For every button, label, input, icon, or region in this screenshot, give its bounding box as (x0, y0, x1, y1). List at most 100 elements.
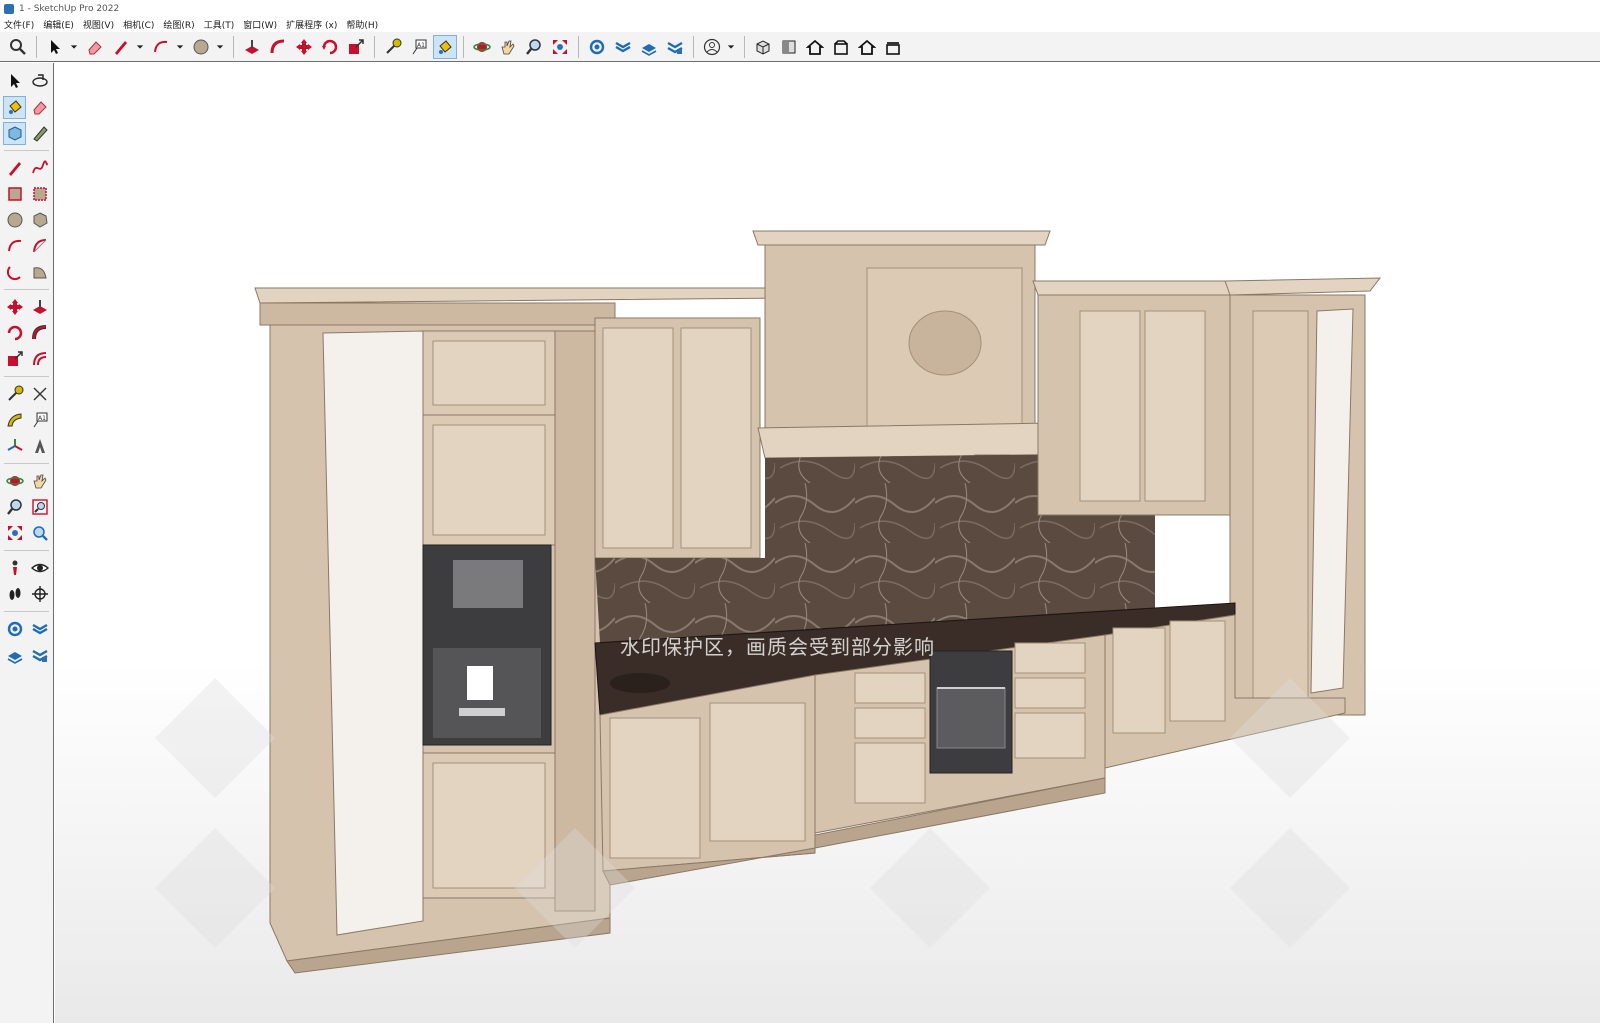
look-around-icon[interactable] (28, 557, 51, 580)
paint-bucket-icon[interactable] (3, 95, 26, 119)
follow-me-icon[interactable] (28, 322, 51, 345)
toolbar-separator (4, 146, 49, 151)
toolbar-separator (744, 35, 745, 58)
menu-draw[interactable]: 绘图(R) (163, 18, 194, 31)
layout-icon[interactable] (3, 644, 26, 667)
select-icon[interactable] (3, 70, 26, 93)
zoom-icon[interactable] (3, 496, 26, 519)
text-icon[interactable]: A1 (407, 35, 431, 59)
chevron-down-icon[interactable] (69, 35, 79, 59)
move-icon[interactable] (292, 35, 316, 59)
toolbar-separator (578, 35, 579, 58)
upper-cabinet-right (1032, 280, 1236, 516)
rotated-rectangle-icon[interactable] (28, 183, 51, 206)
rotate-icon[interactable] (318, 35, 342, 59)
menu-tools[interactable]: 工具(T) (204, 18, 235, 31)
extension-warehouse-icon[interactable] (28, 618, 51, 641)
push-pull-icon[interactable] (240, 35, 264, 59)
svg-text:A1: A1 (417, 42, 425, 49)
pan-icon[interactable] (28, 470, 51, 493)
three-point-arc-icon[interactable] (3, 261, 26, 284)
two-point-arc-icon[interactable] (28, 235, 51, 258)
scale-icon[interactable] (3, 348, 26, 371)
menu-file[interactable]: 文件(F) (4, 18, 34, 31)
line-icon[interactable] (3, 157, 26, 180)
previous-view-icon[interactable] (28, 522, 51, 545)
position-camera-icon[interactable] (3, 557, 26, 580)
push-pull-icon[interactable] (28, 296, 51, 319)
eraser-icon[interactable] (28, 96, 51, 119)
toolbar-separator (4, 459, 49, 464)
model-viewport[interactable]: 水印保护区，画质会受到部分影响 (55, 63, 1600, 1023)
section-plane-icon[interactable] (28, 583, 51, 606)
chevron-down-icon[interactable] (726, 35, 736, 59)
pan-icon[interactable] (496, 35, 520, 59)
chevron-down-icon[interactable] (175, 35, 185, 59)
offset-icon[interactable] (28, 348, 51, 371)
account-icon[interactable] (700, 35, 724, 59)
3d-text-icon[interactable] (28, 435, 51, 458)
toolbar-separator (4, 285, 49, 290)
arc-icon[interactable] (149, 35, 173, 59)
back-view-icon[interactable] (855, 35, 879, 59)
menu-extensions[interactable]: 扩展程序 (x) (286, 18, 337, 31)
follow-me-icon[interactable] (266, 35, 290, 59)
zoom-window-icon[interactable] (28, 496, 51, 519)
rectangle-icon[interactable] (3, 183, 26, 206)
menu-edit[interactable]: 编辑(E) (43, 18, 74, 31)
iso-view-icon[interactable] (751, 35, 775, 59)
pencil-icon[interactable] (109, 35, 133, 59)
paint-bucket-icon[interactable] (433, 34, 457, 59)
orbit-icon[interactable] (3, 470, 26, 493)
tape-measure-icon[interactable] (3, 383, 26, 406)
component-icon[interactable] (3, 121, 26, 145)
zoom-extents-icon[interactable] (548, 35, 572, 59)
built-in-oven (929, 650, 1013, 774)
left-view-icon[interactable] (881, 35, 905, 59)
menu-camera[interactable]: 相机(C) (123, 18, 154, 31)
menu-window[interactable]: 窗口(W) (243, 18, 277, 31)
extension-warehouse-icon[interactable] (611, 35, 635, 59)
main-toolbar: A1 (0, 32, 1600, 62)
front-view-icon[interactable] (803, 35, 827, 59)
eraser-icon[interactable] (83, 35, 107, 59)
orbit-icon[interactable] (470, 35, 494, 59)
zoom-extents-icon[interactable] (3, 522, 26, 545)
menu-help[interactable]: 帮助(H) (346, 18, 378, 31)
dimension-icon[interactable] (28, 383, 51, 406)
zoom-icon[interactable] (522, 35, 546, 59)
polygon-icon[interactable] (28, 209, 51, 232)
extension-manager-icon[interactable] (663, 35, 687, 59)
sink (610, 673, 670, 693)
warehouse-icon[interactable] (3, 618, 26, 641)
rotate-icon[interactable] (3, 322, 26, 345)
select-icon[interactable] (43, 35, 67, 59)
tape-measure-icon[interactable] (381, 35, 405, 59)
tag-icon[interactable] (28, 122, 51, 145)
toolbar-separator (4, 546, 49, 551)
move-icon[interactable] (3, 296, 26, 319)
pie-icon[interactable] (28, 261, 51, 284)
extension-manager-icon[interactable] (28, 644, 51, 667)
warehouse-icon[interactable] (585, 35, 609, 59)
freehand-icon[interactable] (28, 157, 51, 180)
orbit-icon[interactable] (28, 70, 51, 93)
chevron-down-icon[interactable] (215, 35, 225, 59)
right-view-icon[interactable] (829, 35, 853, 59)
menu-view[interactable]: 视图(V) (83, 18, 114, 31)
scale-icon[interactable] (344, 35, 368, 59)
text-icon[interactable]: A1 (28, 409, 51, 432)
protractor-icon[interactable] (3, 409, 26, 432)
circle-icon[interactable] (189, 35, 213, 59)
circle-icon[interactable] (3, 209, 26, 232)
toolbar-separator (233, 35, 234, 58)
axes-icon[interactable] (3, 435, 26, 458)
search-icon[interactable] (6, 35, 30, 59)
toolbar-separator (693, 35, 694, 58)
layout-icon[interactable] (637, 35, 661, 59)
title-bar: 1 - SketchUp Pro 2022 (0, 0, 1600, 17)
top-view-icon[interactable] (777, 35, 801, 59)
arc-icon[interactable] (3, 235, 26, 258)
chevron-down-icon[interactable] (135, 35, 145, 59)
walk-icon[interactable] (3, 583, 26, 606)
